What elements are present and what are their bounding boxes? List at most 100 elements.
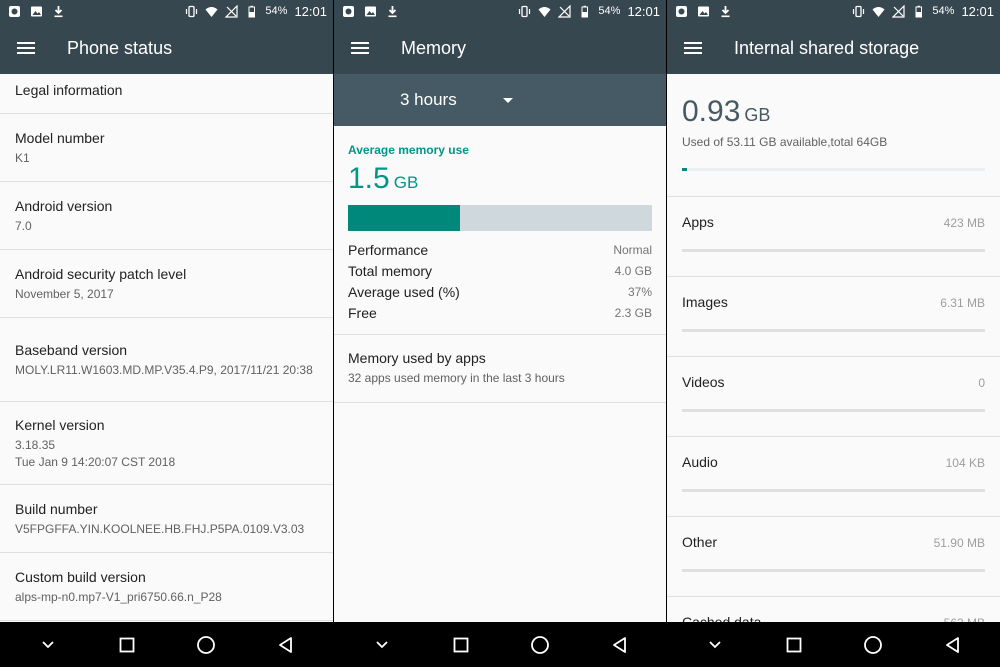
- recents-button[interactable]: [449, 633, 473, 657]
- memory-stats: Performance Normal Total memory 4.0 GB Ave…: [348, 239, 652, 323]
- chevron-down-icon[interactable]: [36, 633, 60, 657]
- divider: [334, 402, 666, 403]
- storage-category-apps[interactable]: Apps 423 MB: [667, 196, 1000, 277]
- apps-memory-title: Memory used by apps: [348, 350, 486, 366]
- list-item-android-version[interactable]: Android version 7.0: [0, 182, 333, 250]
- storage-usage-bar-fill: [682, 168, 688, 171]
- list-item-model-number[interactable]: Model number K1: [0, 114, 333, 182]
- page-title: Memory: [401, 37, 467, 58]
- list-item-title: Build number: [15, 500, 98, 517]
- battery-icon: [915, 5, 923, 17]
- list-item-value: 7.0: [15, 218, 32, 233]
- list-item-value: K1: [15, 150, 30, 165]
- vibrate-icon: [186, 5, 198, 17]
- screens-container: 54% 12:01 Phone status Legal information…: [0, 0, 1000, 667]
- vibrate-icon: [519, 5, 531, 17]
- stat-row-free: Free 2.3 GB: [348, 302, 652, 323]
- chevron-down-icon[interactable]: [703, 633, 727, 657]
- page-title: Internal shared storage: [734, 37, 920, 58]
- menu-icon[interactable]: [684, 42, 702, 54]
- list-item-title: Custom build version: [15, 568, 146, 585]
- status-bar: 54% 12:01: [667, 0, 1000, 22]
- list-item-value: November 5, 2017: [15, 286, 114, 301]
- recents-button[interactable]: [782, 633, 806, 657]
- list-item-title: Android security patch level: [15, 265, 187, 282]
- home-button[interactable]: [528, 633, 552, 657]
- list-item-title: Legal information: [15, 82, 123, 98]
- vibrate-icon: [853, 5, 865, 17]
- list-item-value: 3.18.35 Tue Jan 9 14:20:07 CST 2018: [15, 437, 176, 469]
- stat-value: Normal: [613, 242, 652, 257]
- battery-percent: 54%: [598, 5, 621, 17]
- app-notification-icon: [676, 5, 687, 17]
- list-item-baseband-version[interactable]: Baseband version MOLY.LR11.W1603.MD.MP.V…: [0, 318, 333, 402]
- download-icon: [54, 5, 63, 17]
- image-notification-icon: [31, 6, 42, 16]
- download-icon: [388, 5, 397, 17]
- battery-icon: [248, 5, 256, 17]
- chevron-down-icon[interactable]: [370, 633, 394, 657]
- menu-icon[interactable]: [351, 42, 369, 54]
- category-bar: [682, 249, 985, 252]
- list-item-title: Kernel version: [15, 416, 105, 433]
- stat-key: Performance: [348, 241, 429, 258]
- storage-category-audio[interactable]: Audio 104 KB: [667, 436, 1000, 517]
- no-signal-icon: [225, 4, 239, 18]
- navigation-bar: [0, 622, 333, 667]
- battery-percent: 54%: [265, 5, 288, 17]
- phone-status-list: Legal information Model number K1 Androi…: [0, 74, 333, 622]
- status-bar: 54% 12:01: [334, 0, 666, 22]
- no-signal-icon: [892, 4, 906, 18]
- recents-button[interactable]: [115, 633, 139, 657]
- average-memory-label: Average memory use: [348, 143, 469, 157]
- stat-value: 37%: [627, 284, 652, 299]
- image-notification-icon: [698, 6, 709, 16]
- memory-usage-bar: [348, 205, 652, 231]
- back-button[interactable]: [273, 633, 297, 657]
- stat-key: Total memory: [348, 262, 433, 279]
- list-item-security-patch[interactable]: Android security patch level November 5,…: [0, 250, 333, 318]
- memory-used-by-apps-item[interactable]: Memory used by apps 32 apps used memory …: [348, 350, 565, 385]
- storage-category-other[interactable]: Other 51.90 MB: [667, 516, 1000, 597]
- average-memory-number: 1.5: [348, 162, 390, 195]
- list-item-value: V5FPGFFA.YIN.KOOLNEE.HB.FHJ.P5PA.0109.V3…: [15, 521, 305, 536]
- image-notification-icon: [365, 6, 376, 16]
- category-label: Audio: [682, 454, 718, 470]
- list-item-title: Baseband version: [15, 341, 128, 358]
- home-button[interactable]: [194, 633, 218, 657]
- dropdown-arrow-icon: [502, 97, 513, 103]
- stat-key: Average used (%): [348, 283, 460, 300]
- storage-category-videos[interactable]: Videos 0: [667, 356, 1000, 437]
- list-item-legal-information[interactable]: Legal information: [0, 74, 333, 114]
- wifi-icon: [205, 6, 218, 17]
- back-button[interactable]: [940, 633, 964, 657]
- list-item-kernel-version[interactable]: Kernel version 3.18.35 Tue Jan 9 14:20:0…: [0, 402, 333, 485]
- divider: [334, 334, 666, 335]
- storage-category-images[interactable]: Images 6.31 MB: [667, 276, 1000, 357]
- memory-screen: 54% 12:01 Memory 3 hours Average memory …: [334, 0, 666, 667]
- period-selected-value: 3 hours: [400, 90, 457, 109]
- wifi-icon: [538, 6, 551, 17]
- back-button[interactable]: [607, 633, 631, 657]
- stat-value: 4.0 GB: [614, 263, 652, 278]
- list-item-custom-build-version[interactable]: Custom build version alps-mp-n0.mp7-V1_p…: [0, 553, 333, 621]
- category-size: 423 MB: [943, 216, 985, 230]
- stat-row-total-memory: Total memory 4.0 GB: [348, 260, 652, 281]
- storage-summary: 0.93 GB Used of 53.11 GB available,total …: [682, 95, 985, 149]
- no-signal-icon: [558, 4, 572, 18]
- period-dropdown[interactable]: 3 hours: [334, 74, 666, 126]
- app-bar: Memory: [334, 22, 666, 74]
- app-notification-icon: [9, 5, 20, 17]
- navigation-bar: [667, 622, 1000, 667]
- stat-key: Free: [348, 304, 377, 321]
- menu-icon[interactable]: [17, 42, 35, 54]
- category-label: Videos: [682, 374, 725, 390]
- storage-used-description: Used of 53.11 GB available,total 64GB: [682, 135, 888, 149]
- page-title: Phone status: [67, 37, 173, 58]
- list-item-build-number[interactable]: Build number V5FPGFFA.YIN.KOOLNEE.HB.FHJ…: [0, 485, 333, 553]
- storage-usage-bar: [682, 168, 985, 171]
- app-notification-icon: [343, 5, 354, 17]
- category-bar: [682, 329, 985, 332]
- home-button[interactable]: [861, 633, 885, 657]
- category-label: Other: [682, 534, 718, 550]
